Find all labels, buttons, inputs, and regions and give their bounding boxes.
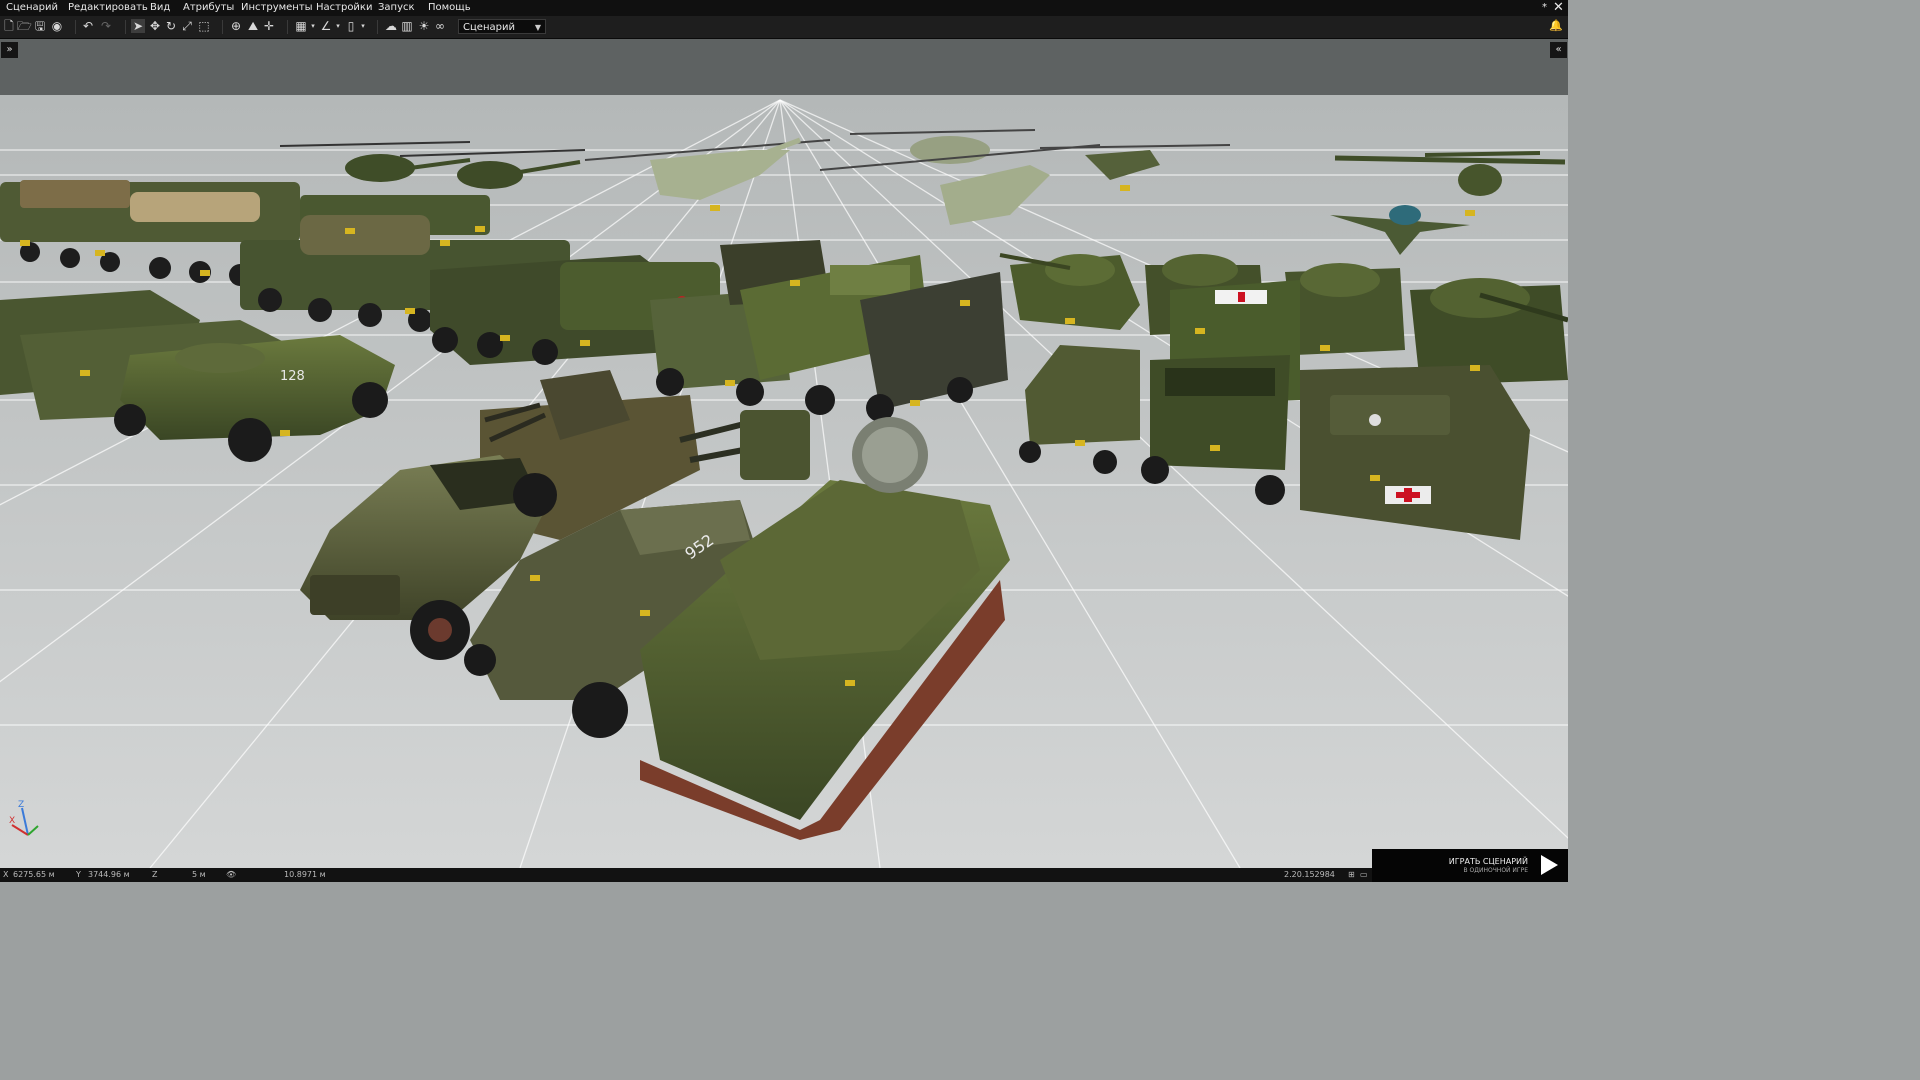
menu-help[interactable]: Помощь bbox=[428, 0, 471, 16]
open-folder-icon[interactable]: 🗁 bbox=[17, 19, 32, 33]
move-icon[interactable]: ✥ bbox=[148, 19, 162, 33]
scene-render: 128 952 Z X bbox=[0, 95, 1568, 868]
select-cursor-icon[interactable]: ➤ bbox=[131, 19, 145, 33]
menu-tools[interactable]: Инструменты bbox=[241, 0, 313, 16]
editor-viewport[interactable]: 128 952 Z X bbox=[0, 95, 1568, 868]
new-file-icon[interactable]: 🗋 bbox=[2, 19, 16, 33]
menu-play[interactable]: Запуск bbox=[378, 0, 415, 16]
mode-select[interactable]: Сценарий ▼ bbox=[458, 19, 546, 34]
x-coord-label: X bbox=[3, 870, 9, 879]
vertical-mode-icon[interactable]: ✛ bbox=[262, 19, 276, 33]
menu-bar: Сценарий Редактировать Вид Атрибуты Инст… bbox=[0, 0, 1568, 16]
rotate-icon[interactable]: ↻ bbox=[164, 19, 178, 33]
svg-text:X: X bbox=[9, 816, 15, 826]
svg-text:Z: Z bbox=[18, 800, 24, 810]
undo-icon[interactable]: ↶ bbox=[81, 19, 95, 33]
monitor-icon[interactable]: ▭ bbox=[1360, 868, 1368, 882]
chevron-down-icon: ▼ bbox=[534, 23, 541, 32]
toolbar-separator bbox=[125, 20, 126, 34]
save-icon[interactable]: 🖫 bbox=[33, 19, 47, 33]
grid-toggle-icon[interactable]: ⊞ bbox=[1348, 868, 1355, 882]
view-distance-icon: 👁 bbox=[226, 870, 237, 879]
apc-number-128: 128 bbox=[280, 369, 305, 384]
top-panel-area bbox=[0, 39, 1568, 95]
menu-attributes[interactable]: Атрибуты bbox=[183, 0, 234, 16]
status-bar: X 6275.65 м Y 3744.96 м Z 5 м 👁 10.8971 … bbox=[0, 868, 1568, 882]
chevron-down-icon[interactable]: ▾ bbox=[334, 19, 342, 33]
notification-icon[interactable]: 🔔 bbox=[1548, 18, 1564, 34]
view-distance-value: 10.8971 м bbox=[284, 870, 326, 879]
weather-icon[interactable]: ☁ bbox=[384, 19, 398, 33]
chevron-down-icon[interactable]: ▾ bbox=[359, 19, 367, 33]
play-scenario-label: ИГРАТЬ СЦЕНАРИЙ В ОДИНОЧНОЙ ИГРЕ bbox=[1449, 857, 1528, 875]
z-coord-label: Z bbox=[152, 870, 158, 879]
steam-publish-icon[interactable]: ◉ bbox=[50, 19, 64, 33]
menu-edit[interactable]: Редактировать bbox=[68, 0, 148, 16]
menu-settings[interactable]: Настройки bbox=[316, 0, 372, 16]
chevron-down-icon[interactable]: ▾ bbox=[309, 19, 317, 33]
close-icon[interactable]: ✕ bbox=[1553, 0, 1564, 16]
y-coord-label: Y bbox=[76, 870, 81, 879]
play-icon bbox=[1541, 855, 1558, 875]
ruler-icon[interactable]: ▯ bbox=[344, 19, 358, 33]
y-coord-value: 3744.96 м bbox=[88, 870, 130, 879]
scale-icon[interactable]: ⤢ bbox=[180, 19, 194, 33]
unsaved-indicator: * bbox=[1542, 2, 1547, 13]
left-panel-expand-button[interactable]: » bbox=[1, 42, 18, 58]
mtlb-ambulance bbox=[1300, 365, 1530, 540]
toolbar-separator bbox=[377, 20, 378, 34]
intel-icon[interactable]: ▥ bbox=[400, 19, 414, 33]
terrain-snap-icon[interactable]: ⛰ bbox=[246, 19, 260, 33]
play-scenario-button[interactable]: ИГРАТЬ СЦЕНАРИЙ В ОДИНОЧНОЙ ИГРЕ bbox=[1372, 849, 1568, 882]
toolbar-separator bbox=[222, 20, 223, 34]
redo-icon[interactable]: ↷ bbox=[99, 19, 113, 33]
lighting-icon[interactable]: ☀ bbox=[417, 19, 431, 33]
toolbar-separator bbox=[75, 20, 76, 34]
toolbar-separator bbox=[287, 20, 288, 34]
mode-select-value: Сценарий bbox=[463, 22, 515, 33]
menu-scenario[interactable]: Сценарий bbox=[6, 0, 58, 16]
x-coord-value: 6275.65 м bbox=[13, 870, 55, 879]
grid-icon[interactable]: ▦ bbox=[294, 19, 308, 33]
play-scenario-subtitle: В ОДИНОЧНОЙ ИГРЕ bbox=[1463, 867, 1528, 874]
globe-icon[interactable]: ⊕ bbox=[229, 19, 243, 33]
z-coord-value: 5 м bbox=[192, 870, 206, 879]
transform-box-icon[interactable]: ⬚ bbox=[197, 19, 211, 33]
right-panel-expand-button[interactable]: « bbox=[1550, 42, 1567, 58]
camera-view-icon[interactable]: ∞ bbox=[433, 19, 447, 33]
play-scenario-title: ИГРАТЬ СЦЕНАРИЙ bbox=[1448, 857, 1528, 866]
version-label: 2.20.152984 bbox=[1284, 870, 1335, 879]
toolbar: 🗋 🗁 🖫 ◉ ↶ ↷ ➤ ✥ ↻ ⤢ ⬚ ⊕ ⛰ ✛ ▦ ▾ ∠ ▾ ▯ ▾ … bbox=[0, 16, 1568, 39]
menu-view[interactable]: Вид bbox=[150, 0, 170, 16]
angle-snap-icon[interactable]: ∠ bbox=[319, 19, 333, 33]
